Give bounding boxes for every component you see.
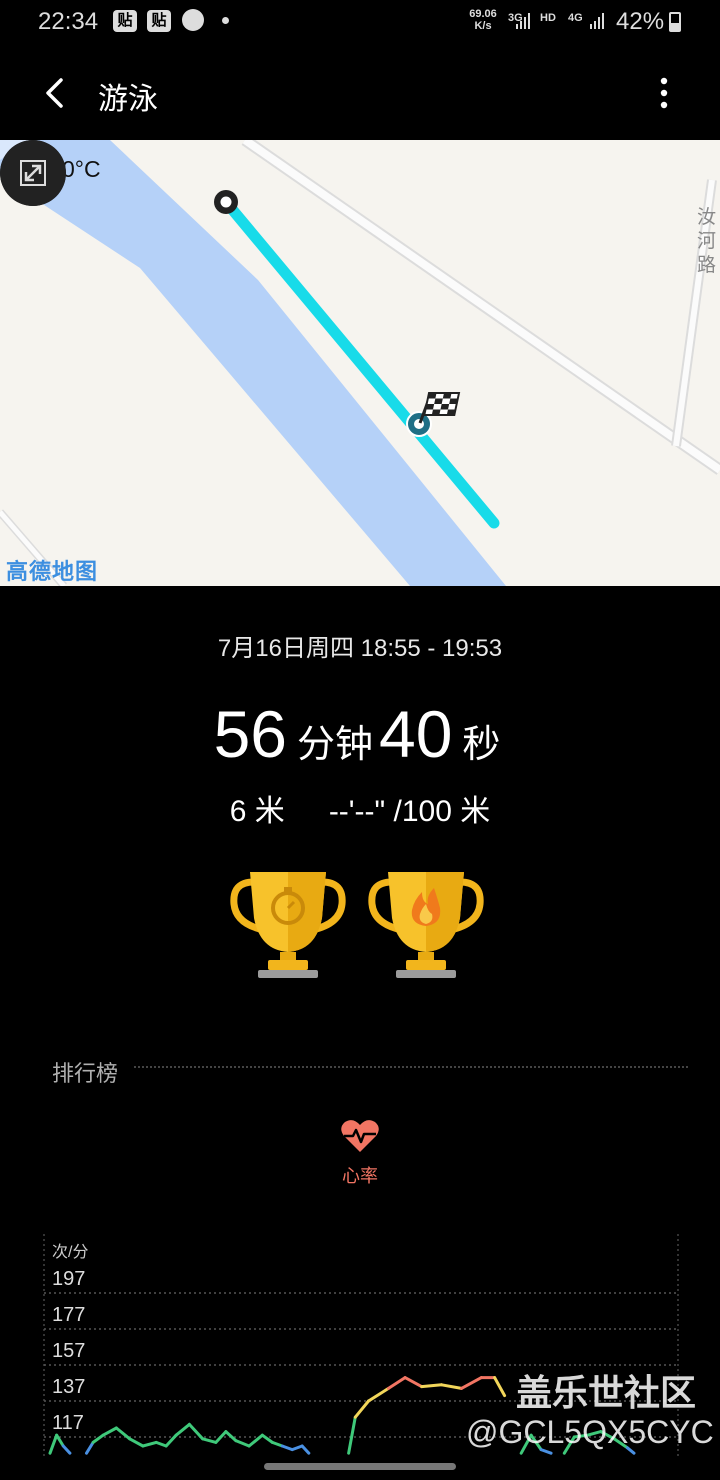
status-time: 22:34 xyxy=(38,8,99,35)
leaderboard-divider xyxy=(134,1066,688,1068)
watermark-user: @GCL5QX5CYC xyxy=(466,1414,714,1450)
map-provider-logo: 高德地图 xyxy=(6,559,99,584)
heart-rate-line-segment xyxy=(459,1376,483,1390)
distance-value: 6 米 xyxy=(229,795,285,828)
heart-rate-line-segment xyxy=(201,1437,218,1444)
heart-rate-line-segment xyxy=(48,1433,59,1455)
pace-value: --'--" /100 米 xyxy=(328,795,491,828)
heart-rate-line-segment xyxy=(290,1444,304,1452)
heart-rate-line-segment xyxy=(164,1433,178,1448)
heart-rate-line-segment xyxy=(420,1383,444,1389)
tieba-notification-icon: 贴 xyxy=(113,10,137,32)
heart-rate-line-segment xyxy=(353,1399,371,1419)
heart-rate-line-segment xyxy=(224,1430,238,1443)
route-map[interactable]: 28.0°C 汝河路 高德地图 xyxy=(0,140,720,586)
network-type-4g: 4G xyxy=(568,12,583,24)
signal-icon xyxy=(590,13,604,29)
heart-rate-line-segment xyxy=(154,1440,168,1448)
flame-trophy-icon[interactable] xyxy=(368,868,484,982)
heart-rate-label[interactable]: 心率 xyxy=(0,1162,720,1188)
workout-date-range: 7月16日周四 18:55 - 19:53 xyxy=(217,635,503,662)
heart-rate-line-segment xyxy=(300,1444,311,1455)
home-gesture-bar[interactable] xyxy=(264,1463,456,1470)
workout-duration: 56 分钟40 秒 xyxy=(0,696,720,772)
page-title: 游泳 xyxy=(98,83,158,116)
heart-rate-line-segment xyxy=(403,1376,424,1389)
heart-rate-line-segment xyxy=(174,1422,191,1437)
heart-rate-line-segment xyxy=(114,1426,132,1441)
road-label: 汝河路 xyxy=(697,207,717,276)
more-notifications-dot-icon xyxy=(222,17,229,24)
heart-rate-line-segment xyxy=(101,1426,118,1437)
heart-rate-line-segment xyxy=(61,1444,72,1455)
finish-flag-icon xyxy=(423,392,461,416)
battery-icon xyxy=(669,12,681,32)
heart-rate-line-segment xyxy=(270,1440,284,1448)
more-options-button[interactable] xyxy=(644,70,684,116)
stopwatch-trophy-icon[interactable] xyxy=(230,868,346,982)
leaderboard-title: 排行榜 xyxy=(52,1061,119,1086)
heart-rate-line-segment xyxy=(234,1439,251,1448)
heart-rate-line-segment xyxy=(85,1440,95,1455)
distance-pace-row: 6 米 --'--" /100 米 xyxy=(0,786,720,830)
battery-level: 42% xyxy=(616,8,665,35)
heart-rate-line-segment xyxy=(493,1376,507,1398)
start-marker xyxy=(214,190,238,214)
heart-rate-line-segment xyxy=(386,1376,407,1390)
globe-icon xyxy=(182,9,204,31)
heart-rate-line-segment xyxy=(280,1444,294,1452)
app-bar: 游泳 xyxy=(0,44,720,140)
expand-map-button[interactable] xyxy=(0,140,66,206)
watermark-site: 盖乐世社区 xyxy=(516,1372,697,1413)
minutes-unit: 分钟 xyxy=(296,724,373,766)
heart-rate-line-segment xyxy=(128,1437,145,1448)
back-button[interactable] xyxy=(30,68,80,118)
hd-voice-icon: HD xyxy=(540,12,556,24)
signal-icon xyxy=(516,13,530,29)
duration-minutes: 56 xyxy=(213,697,287,771)
heart-rate-line-segment xyxy=(440,1383,463,1390)
heart-rate-line-segment xyxy=(367,1386,390,1403)
heart-rate-line-segment xyxy=(347,1415,357,1455)
map-canvas xyxy=(0,140,720,586)
tieba-notification-icon: 贴 xyxy=(147,10,171,32)
heart-rate-line-segment xyxy=(141,1440,158,1448)
status-bar: 22:34 贴 贴 69.06 K/s 3G HD 4G 42% xyxy=(0,0,720,44)
heart-rate-icon[interactable] xyxy=(340,1118,380,1154)
seconds-unit: 秒 xyxy=(462,724,501,766)
duration-seconds: 40 xyxy=(379,697,453,771)
network-speed: 69.06 K/s xyxy=(469,8,497,32)
